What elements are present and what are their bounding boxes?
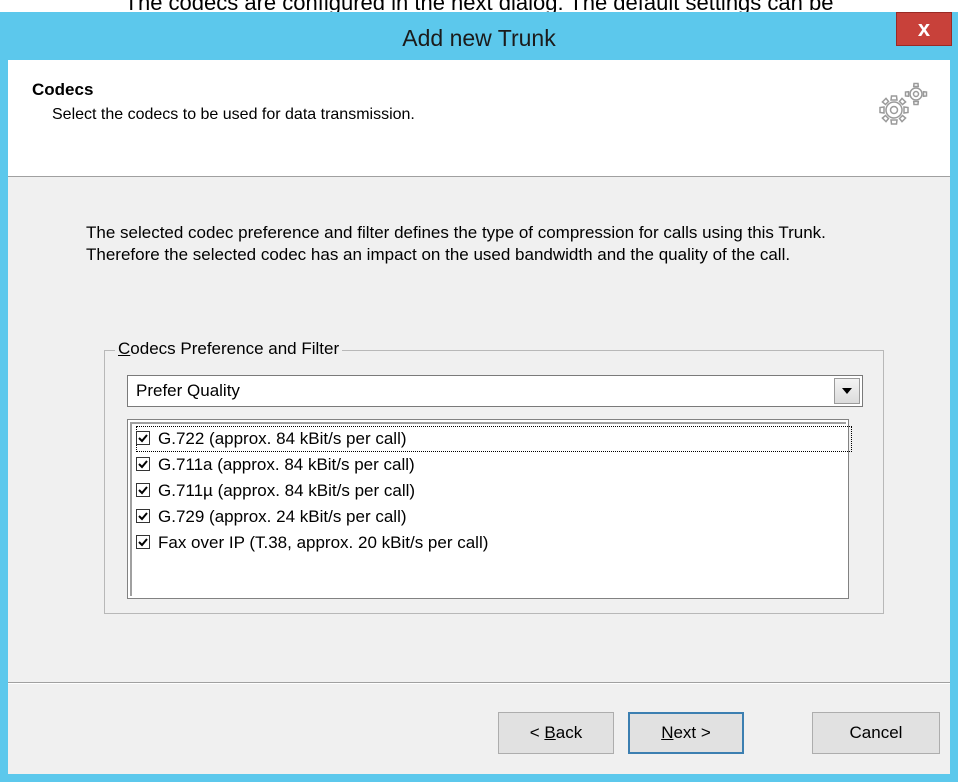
- dropdown-arrow-icon[interactable]: [834, 378, 860, 404]
- codec-item-g711u[interactable]: G.711µ (approx. 84 kBit/s per call): [136, 478, 415, 504]
- codecs-preference-group: Codecs Preference and Filter Prefer Qual…: [104, 339, 884, 614]
- checkbox-icon[interactable]: [136, 482, 150, 497]
- codec-label: G.729 (approx. 24 kBit/s per call): [158, 507, 407, 526]
- group-legend: Codecs Preference and Filter: [115, 339, 343, 359]
- dialog-title: Add new Trunk: [402, 25, 556, 51]
- back-prefix: <: [529, 723, 545, 742]
- page-title: Codecs: [32, 80, 94, 99]
- codec-label: G.722 (approx. 84 kBit/s per call): [158, 429, 407, 448]
- checkbox-icon[interactable]: [136, 508, 150, 523]
- codec-list[interactable]: G.722 (approx. 84 kBit/s per call) G.711…: [127, 419, 852, 599]
- checkbox-icon[interactable]: [136, 430, 150, 445]
- codec-description: The selected codec preference and filter…: [86, 223, 826, 264]
- codec-item-g729[interactable]: G.729 (approx. 24 kBit/s per call): [136, 504, 407, 530]
- back-mnemonic: B: [544, 723, 556, 742]
- page-subtitle: Select the codecs to be used for data tr…: [52, 106, 415, 123]
- wizard-header: Codecs Select the codecs to be used for …: [8, 60, 950, 177]
- legend-text: odecs Preference and Filter: [130, 339, 340, 358]
- back-label: ack: [555, 723, 583, 742]
- next-label: ext >: [673, 723, 711, 742]
- dialog-body: Codecs Select the codecs to be used for …: [8, 60, 950, 774]
- preference-value: Prefer Quality: [136, 381, 240, 400]
- codec-list-inner: G.722 (approx. 84 kBit/s per call) G.711…: [130, 422, 852, 596]
- codec-label: G.711µ (approx. 84 kBit/s per call): [158, 481, 416, 500]
- add-trunk-dialog: Add new Trunk x Codecs Select the codecs…: [0, 12, 958, 782]
- cancel-button[interactable]: Cancel: [812, 712, 940, 754]
- codec-label: G.711a (approx. 84 kBit/s per call): [158, 455, 415, 474]
- gears-icon: [879, 82, 928, 125]
- back-button[interactable]: < Back: [498, 712, 614, 754]
- codec-item-fax-t38[interactable]: Fax over IP (T.38, approx. 20 kBit/s per…: [136, 530, 488, 556]
- checkbox-icon[interactable]: [136, 456, 150, 471]
- codec-item-g722[interactable]: G.722 (approx. 84 kBit/s per call): [136, 426, 852, 452]
- codec-item-g711a[interactable]: G.711a (approx. 84 kBit/s per call): [136, 452, 415, 478]
- next-mnemonic: N: [661, 723, 674, 742]
- title-bar[interactable]: Add new Trunk x: [0, 12, 958, 60]
- legend-mnemonic: C: [118, 339, 131, 358]
- checkbox-icon[interactable]: [136, 534, 150, 549]
- footer-separator: [8, 682, 950, 684]
- close-button[interactable]: x: [896, 12, 952, 46]
- codec-label: Fax over IP (T.38, approx. 20 kBit/s per…: [158, 533, 489, 552]
- next-button[interactable]: Next >: [628, 712, 744, 754]
- preference-dropdown[interactable]: Prefer Quality: [127, 375, 863, 407]
